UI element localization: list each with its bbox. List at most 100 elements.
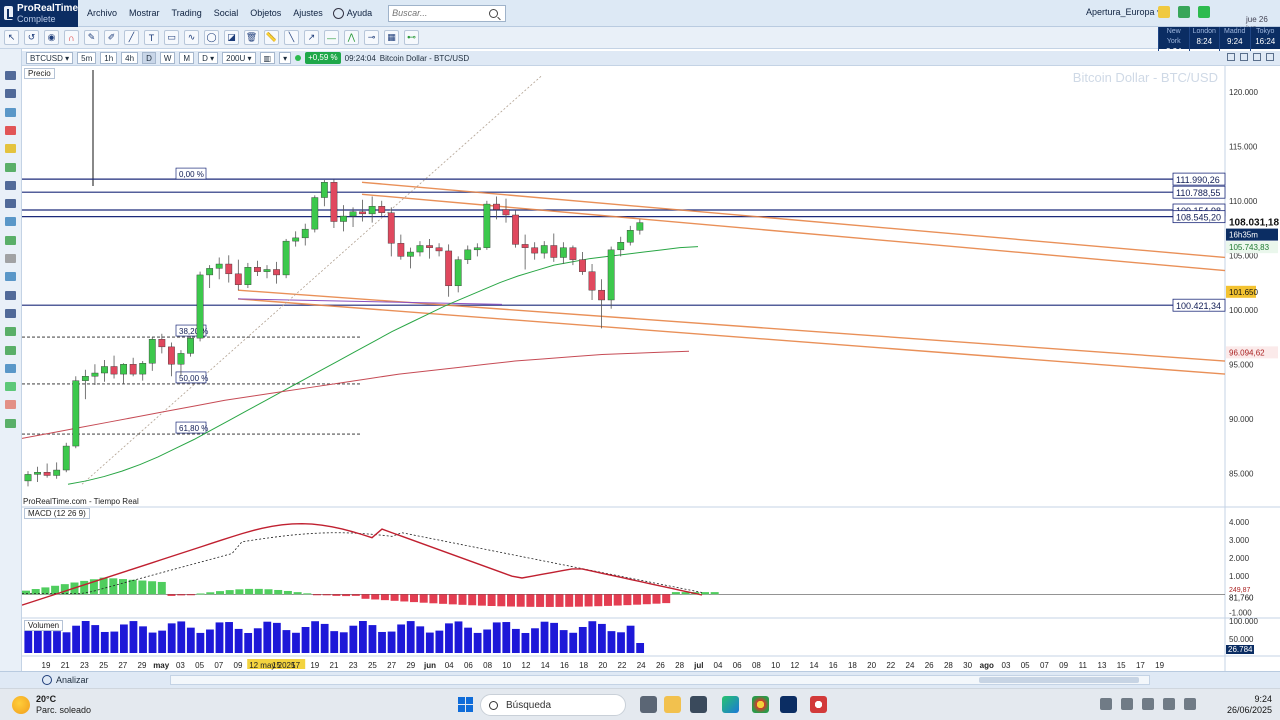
- x-tick-label: 26: [656, 661, 665, 670]
- volume-icon[interactable]: [1163, 698, 1175, 710]
- x-tick-label: jul: [693, 661, 703, 670]
- tray-chevron-icon[interactable]: [1100, 698, 1112, 710]
- prorealtime-taskbar-icon[interactable]: [780, 696, 797, 713]
- tf-1h[interactable]: 1h: [100, 52, 118, 64]
- maximize-icon[interactable]: [1240, 53, 1248, 61]
- tool-trash-icon[interactable]: [5, 254, 16, 263]
- macd-label[interactable]: MACD (12 26 9): [24, 508, 90, 519]
- symbol-selector[interactable]: BTCUSD ▾: [26, 52, 74, 64]
- horizontal-line-icon[interactable]: —: [324, 30, 339, 45]
- task-view-icon[interactable]: [640, 696, 657, 713]
- edge-icon[interactable]: [722, 696, 739, 713]
- ellipse-icon[interactable]: ◯: [204, 30, 219, 45]
- options-dropdown[interactable]: ▾: [279, 52, 292, 64]
- file-explorer-icon[interactable]: [664, 696, 681, 713]
- tool-crosshair-icon[interactable]: [5, 144, 16, 154]
- horizontal-scrollbar[interactable]: [170, 675, 1150, 685]
- ruler-icon[interactable]: 📏: [264, 30, 279, 45]
- zigzag-icon[interactable]: ⋀: [344, 30, 359, 45]
- tf-d[interactable]: D: [142, 52, 156, 64]
- tf-w[interactable]: W: [159, 52, 176, 64]
- macd-bar-positive: [671, 592, 680, 595]
- tool-ray-icon[interactable]: [5, 308, 16, 318]
- tf-4h[interactable]: 4h: [121, 52, 139, 64]
- tool-undo-icon[interactable]: [5, 89, 16, 99]
- cursor-icon[interactable]: ↖: [4, 30, 19, 45]
- trendline-icon[interactable]: ╲: [284, 30, 299, 45]
- chart-area[interactable]: 111.990,26110.788,55109.154,98108.545,20…: [22, 66, 1280, 671]
- volume-label[interactable]: Volumen: [24, 620, 64, 631]
- minimize-icon[interactable]: [1227, 53, 1235, 61]
- ray-icon[interactable]: ↗: [304, 30, 319, 45]
- status-dot-icon: [295, 55, 302, 61]
- brush-icon[interactable]: ✐: [104, 30, 119, 45]
- session-selector[interactable]: Apertura_Europa ▾: [1086, 7, 1162, 18]
- chart-type-icon[interactable]: ▥: [259, 52, 276, 64]
- weather-widget[interactable]: 20°C Parc. soleado: [12, 694, 91, 716]
- line-icon[interactable]: ╱: [124, 30, 139, 45]
- tf-5m[interactable]: 5m: [77, 52, 97, 64]
- tool-marker-icon[interactable]: [5, 382, 16, 392]
- menu-trading[interactable]: Trading: [166, 8, 208, 18]
- tool-magnet-icon[interactable]: [5, 125, 16, 135]
- undo-icon[interactable]: ↺: [24, 30, 39, 45]
- text-icon[interactable]: T: [144, 30, 159, 45]
- search-icon[interactable]: [489, 8, 499, 18]
- tool-text-icon[interactable]: [5, 180, 16, 190]
- battery-icon[interactable]: [1184, 698, 1196, 710]
- channel-icon[interactable]: ∿: [184, 30, 199, 45]
- close-icon[interactable]: [1266, 53, 1274, 61]
- tf-m[interactable]: M: [179, 52, 195, 64]
- trash-icon[interactable]: 🗑: [244, 30, 259, 45]
- tool-ellipse-icon[interactable]: [5, 235, 16, 245]
- timeframe-dropdown[interactable]: D ▾: [198, 52, 219, 64]
- tool-zigzag-icon[interactable]: [5, 327, 16, 337]
- search-input[interactable]: [389, 8, 490, 18]
- grid-icon[interactable]: ▦: [384, 30, 399, 45]
- tool-rectangle-icon[interactable]: [5, 199, 16, 209]
- fill-icon[interactable]: ◪: [224, 30, 239, 45]
- tool-zoom-icon[interactable]: [5, 107, 16, 117]
- scrollbar-thumb[interactable]: [979, 677, 1139, 683]
- tool-channel-icon[interactable]: [5, 217, 16, 227]
- system-clock[interactable]: 9:24 26/06/2025: [1226, 694, 1272, 716]
- arrow-line-icon[interactable]: ⊷: [404, 30, 419, 45]
- macd-bar-negative: [594, 594, 603, 607]
- segment-icon[interactable]: ⊸: [364, 30, 379, 45]
- wifi-icon[interactable]: [1142, 698, 1154, 710]
- detach-icon[interactable]: [1253, 53, 1261, 61]
- menu-mostrar[interactable]: Mostrar: [123, 8, 166, 18]
- tray-app-icon[interactable]: [1121, 698, 1133, 710]
- tool-pencil-icon[interactable]: [5, 162, 16, 172]
- tool-segment-icon[interactable]: [5, 418, 16, 428]
- menu-archivo[interactable]: Archivo: [81, 8, 123, 18]
- alert-icon[interactable]: [1158, 6, 1170, 18]
- menu-objetos[interactable]: Objetos: [244, 8, 287, 18]
- tool-ruler-icon[interactable]: [5, 272, 16, 282]
- tool-arrow-line-icon[interactable]: [5, 363, 16, 373]
- channel-line: [237, 298, 1226, 375]
- rectangle-icon[interactable]: ▭: [164, 30, 179, 45]
- app-name: ProRealTime: [17, 2, 78, 14]
- menu-ajustes[interactable]: Ajustes: [287, 8, 329, 18]
- chrome-icon[interactable]: [752, 696, 769, 713]
- tool-highlight-icon[interactable]: [5, 400, 16, 410]
- status-icon[interactable]: [1198, 6, 1210, 18]
- zoom-icon[interactable]: ◉: [44, 30, 59, 45]
- x-tick-label: 03: [1002, 661, 1011, 670]
- taskbar-search[interactable]: Búsqueda: [480, 694, 626, 716]
- tool-trendline-icon[interactable]: [5, 290, 16, 300]
- tool-horizontal-line-icon[interactable]: [5, 345, 16, 355]
- bars-dropdown[interactable]: 200U ▾: [222, 52, 256, 64]
- help-menu[interactable]: Ayuda: [329, 7, 378, 19]
- pencil-icon[interactable]: ✎: [84, 30, 99, 45]
- price-tab[interactable]: Precio: [24, 68, 55, 79]
- analyzer-button[interactable]: Analizar: [0, 675, 89, 685]
- app-taskbar-icon[interactable]: [810, 696, 827, 713]
- refresh-icon[interactable]: [1178, 6, 1190, 18]
- windows-start-icon[interactable]: [458, 697, 473, 712]
- store-icon[interactable]: [690, 696, 707, 713]
- tool-cursor-icon[interactable]: [5, 71, 16, 80]
- menu-social[interactable]: Social: [208, 8, 245, 18]
- magnet-icon[interactable]: ∩: [64, 30, 79, 45]
